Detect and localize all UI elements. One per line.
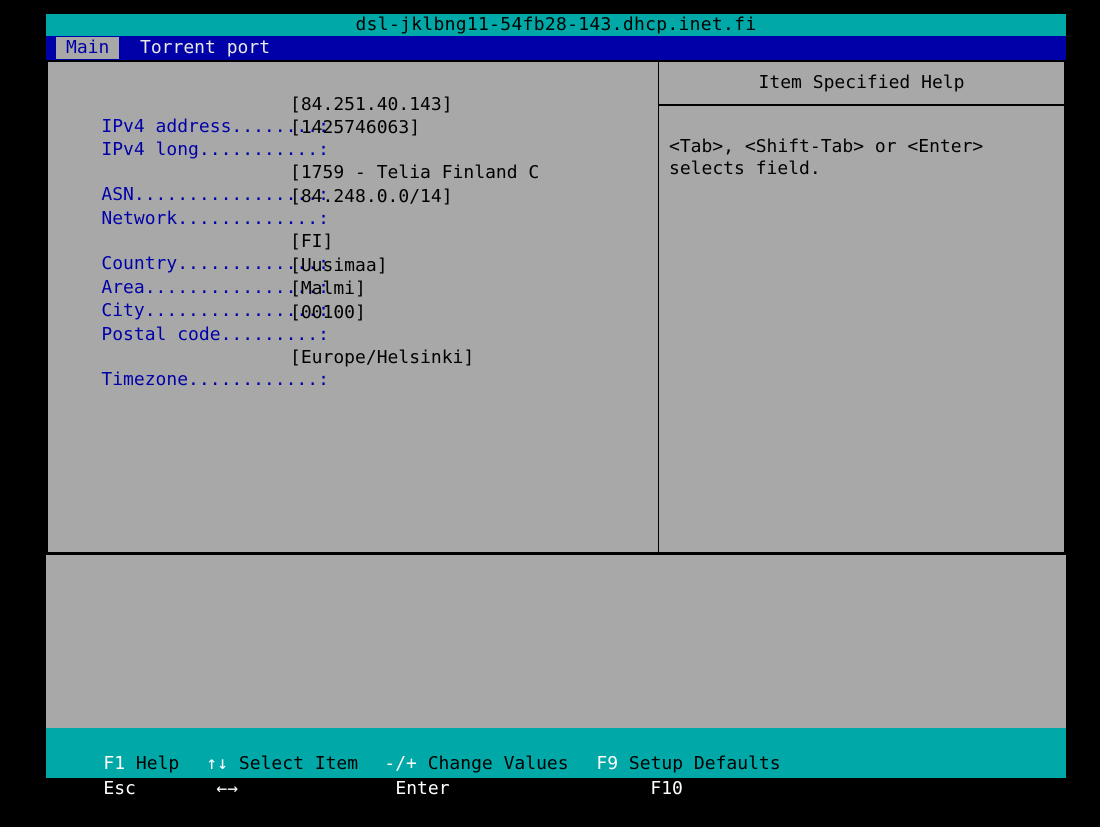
bottom-panel	[46, 553, 1066, 730]
menu-tab-torrent-port[interactable]: Torrent port	[130, 37, 280, 59]
field-row-ipv4-long[interactable]: IPv4 long...........: [1425746063]	[58, 117, 420, 160]
hint-change-values: -/+ Change Values	[341, 728, 568, 774]
field-row-postal-code[interactable]: Postal code.........: [00100]	[58, 302, 366, 345]
field-value-area[interactable]: [Uusimaa]	[290, 255, 388, 277]
help-text: <Tab>, <Shift-Tab> or <Enter> selects fi…	[669, 136, 984, 179]
field-value-country[interactable]: [FI]	[290, 231, 333, 253]
hint-key-left-right-arrows: ←→	[216, 778, 239, 799]
field-row-timezone[interactable]: Timezone............: [Europe/Helsinki]	[58, 347, 474, 390]
field-row-asn[interactable]: ASN.................: [1759 - Telia Finl…	[58, 162, 539, 205]
field-value-ipv4-long[interactable]: [1425746063]	[290, 117, 420, 139]
hint-select-menu: ←→ Select Menu	[173, 753, 368, 799]
field-row-ipv4-address[interactable]: IPv4 address........: [84.251.40.143]	[58, 94, 452, 137]
field-value-ipv4-address[interactable]: [84.251.40.143]	[290, 94, 453, 116]
menu-tab-main[interactable]: Main	[56, 37, 120, 59]
hint-save-and-exit: F10 Save and Exit	[607, 753, 834, 799]
menu-bar: Main Torrent port	[46, 36, 1066, 60]
field-value-timezone[interactable]: [Europe/Helsinki]	[290, 347, 474, 369]
field-row-network[interactable]: Network.............: [84.248.0.0/14]	[58, 186, 452, 229]
help-panel: Item Specified Help <Tab>, <Shift-Tab> o…	[659, 61, 1064, 552]
field-row-country[interactable]: Country.............: [FI]	[58, 231, 333, 274]
hint-select-item: ↑↓ Select Item	[163, 728, 358, 774]
field-value-asn[interactable]: [1759 - Telia Finland C	[290, 162, 539, 184]
hint-help: F1 Help	[60, 728, 179, 774]
hint-select-sub-menu: Enter Select Sub-Menu	[352, 753, 623, 799]
hint-key-enter: Enter	[395, 778, 450, 799]
field-row-area[interactable]: Area................: [Uusimaa]	[58, 255, 387, 298]
help-divider	[659, 104, 1064, 106]
field-value-city[interactable]: [Malmi]	[290, 278, 366, 300]
key-hint-bar: F1 Help ↑↓ Select Item -/+ Change Values…	[46, 728, 1066, 799]
hint-exit: Esc Exit	[60, 753, 190, 799]
field-label-ipv4-long: IPv4 long...........:	[101, 139, 329, 160]
field-label-network: Network.............:	[101, 208, 329, 229]
hint-key-f10: F10	[650, 778, 683, 799]
field-value-postal-code[interactable]: [00100]	[290, 302, 366, 324]
field-value-network[interactable]: [84.248.0.0/14]	[290, 186, 453, 208]
hint-desc-select-menu: Select Menu	[248, 778, 369, 799]
field-label-timezone: Timezone............:	[101, 369, 329, 390]
window-title: dsl-jklbng11-54fb28-143.dhcp.inet.fi	[46, 14, 1066, 36]
help-title: Item Specified Help	[758, 72, 965, 93]
hint-desc-select-sub-menu: Select Sub-Menu	[460, 778, 623, 799]
field-label-postal-code: Postal code.........:	[101, 324, 329, 345]
hint-key-esc: Esc	[103, 778, 136, 799]
hint-setup-defaults: F9 Setup Defaults	[553, 728, 780, 774]
field-row-city[interactable]: City................: [Malmi]	[58, 278, 366, 321]
hint-desc-save-and-exit: Save and Exit	[693, 778, 835, 799]
main-panel: IPv4 address........: [84.251.40.143] IP…	[47, 61, 660, 553]
